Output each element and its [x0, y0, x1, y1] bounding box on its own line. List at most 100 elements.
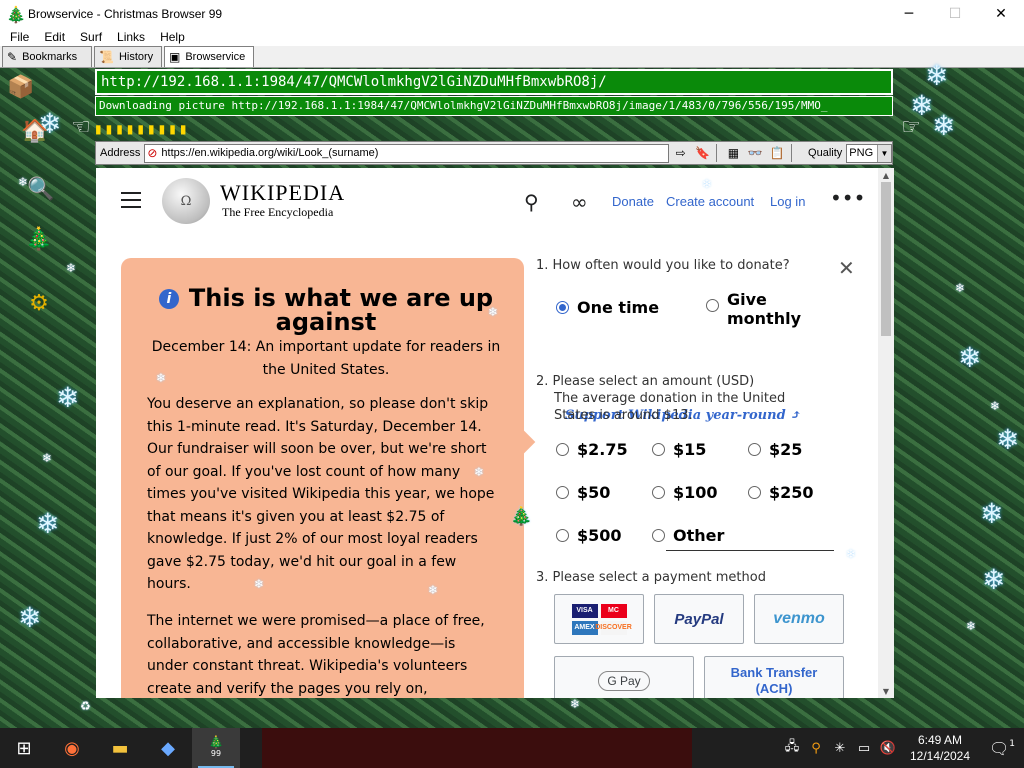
radio-unselected[interactable] [652, 486, 665, 499]
settings-icon[interactable]: ⚙ [24, 288, 54, 318]
amount-option[interactable]: $50 [556, 483, 610, 502]
christmas-browser-icon[interactable]: 🎄 99 [192, 728, 240, 768]
bookmark-icon[interactable]: 🔖 [693, 144, 713, 163]
tab-bar: ✎ Bookmarks 📜 History ▣ Browservice [0, 46, 1024, 68]
menu-surf[interactable]: Surf [70, 30, 107, 44]
network-drive-icon[interactable]: 🖧 [780, 737, 804, 759]
amount-option[interactable]: $2.75 [556, 440, 628, 459]
frequency-one-time[interactable]: One time [556, 298, 659, 317]
vertical-scrollbar[interactable]: ▲ ▼ [878, 168, 894, 698]
package-icon[interactable]: 📦 [6, 72, 36, 102]
menu-file[interactable]: File [0, 30, 34, 44]
address-input[interactable]: ⊘ https://en.wikipedia.org/wiki/Look_(su… [144, 143, 669, 163]
amount-option[interactable]: $250 [748, 483, 814, 502]
search-icon[interactable]: 🔍 [26, 174, 56, 204]
scrollbar-thumb[interactable] [881, 182, 891, 336]
scroll-down-icon[interactable]: ▼ [878, 684, 894, 698]
radio-selected[interactable] [556, 301, 569, 314]
start-button[interactable]: ⊞ [0, 728, 48, 768]
maximize-button[interactable]: ☐ [932, 0, 978, 27]
radio-unselected[interactable] [748, 486, 761, 499]
menu-links[interactable]: Links [107, 30, 150, 44]
pay-venmo-button[interactable]: venmo [754, 594, 844, 644]
quality-select[interactable]: PNG ▼ [846, 143, 892, 163]
pay-bank-button[interactable]: Bank Transfer (ACH) [704, 656, 844, 698]
pay-gpay-button[interactable]: G Pay [554, 656, 694, 698]
clock-time: 6:49 AM [917, 733, 963, 747]
wikipedia-tagline: The Free Encyclopedia [222, 205, 334, 219]
minimize-button[interactable]: ─ [886, 0, 932, 27]
address-url: https://en.wikipedia.org/wiki/Look_(surn… [161, 147, 379, 159]
browser-viewport[interactable]: Ω WIKIPEDIA The Free Encyclopedia ⚲ ∞ Do… [96, 168, 894, 698]
banner-pointer [512, 430, 536, 454]
home-icon[interactable]: 🏠 [20, 116, 50, 146]
clock-date: 12/14/2024 [909, 749, 971, 763]
more-options-icon[interactable]: ••• [830, 186, 865, 210]
tab-label: History [118, 51, 154, 63]
save-icon[interactable]: ▦ [723, 144, 743, 163]
wikipedia-logo-icon[interactable]: Ω [162, 178, 210, 224]
radio-unselected[interactable] [706, 299, 719, 312]
heading-text: This is what we are up against [188, 284, 494, 336]
volume-muted-icon[interactable]: 🔇 [876, 741, 900, 756]
radio-label: $250 [769, 483, 814, 502]
tab-browservice[interactable]: ▣ Browservice [164, 46, 254, 67]
search-icon[interactable]: ⚲ [804, 741, 828, 756]
snowflake-icon: ❄ [846, 547, 857, 561]
brightness-icon[interactable]: ✳ [828, 741, 852, 756]
history-icon: 📜 [99, 50, 114, 64]
amount-option[interactable]: $25 [748, 440, 802, 459]
radio-unselected[interactable] [652, 443, 665, 456]
go-arrow-icon[interactable]: ⇨ [671, 144, 691, 163]
appearance-icon[interactable]: ∞ [571, 190, 588, 214]
pay-bank-label: Bank Transfer [730, 665, 818, 680]
snowflake-icon: ❄ [36, 507, 60, 540]
wikipedia-wordmark[interactable]: WIKIPEDIA [220, 180, 345, 206]
close-button[interactable]: ✕ [978, 0, 1024, 27]
system-clock[interactable]: 6:49 AM 12/14/2024 [900, 732, 980, 764]
pointing-hand-icon[interactable]: ☞ [896, 112, 926, 142]
search-icon[interactable]: ⚲ [524, 190, 539, 214]
find-icon[interactable]: 👓 [745, 144, 765, 163]
notification-icon[interactable]: 🗨 1 [980, 739, 1024, 758]
amount-option[interactable]: $500 [556, 526, 622, 545]
snowflake-icon: ❄ [980, 497, 1004, 530]
amount-option[interactable]: $15 [652, 440, 706, 459]
tab-history[interactable]: 📜 History [94, 46, 162, 67]
radio-unselected[interactable] [556, 529, 569, 542]
create-account-link[interactable]: Create account [666, 194, 754, 209]
radio-unselected[interactable] [556, 443, 569, 456]
login-link[interactable]: Log in [770, 194, 805, 209]
visa-logo: VISA [571, 603, 598, 618]
other-amount-input[interactable] [666, 550, 834, 551]
amount-other-option[interactable]: Other [652, 526, 724, 545]
frequency-question: 1. How often would you like to donate? [536, 258, 790, 273]
clipboard-icon[interactable]: 📋 [767, 144, 787, 163]
download-status: Downloading picture http://192.168.1.1:1… [95, 96, 893, 116]
menu-help[interactable]: Help [150, 30, 190, 44]
snowflake-icon: ❄ [488, 305, 499, 319]
chevron-down-icon[interactable]: ▼ [877, 144, 891, 162]
scroll-up-icon[interactable]: ▲ [878, 168, 894, 182]
snowflake-icon: ❄ [56, 381, 80, 414]
radio-unselected[interactable] [556, 486, 569, 499]
firefox-icon[interactable]: ◉ [48, 728, 96, 768]
donate-link[interactable]: Donate [612, 194, 654, 209]
pay-card-button[interactable]: VISA MC AMEX DISCOVER [554, 594, 644, 644]
radio-unselected[interactable] [652, 529, 665, 542]
menu-icon[interactable] [121, 192, 141, 208]
tab-bookmarks[interactable]: ✎ Bookmarks [2, 46, 92, 67]
menu-edit[interactable]: Edit [34, 30, 70, 44]
display-icon[interactable]: ▭ [852, 741, 876, 756]
amount-option[interactable]: $100 [652, 483, 718, 502]
christmas-tree-icon[interactable]: 🎄 [24, 224, 54, 254]
fundraiser-paragraph: You deserve an explanation, so please do… [147, 396, 495, 592]
radio-unselected[interactable] [748, 443, 761, 456]
frequency-monthly[interactable]: Give monthly [706, 290, 801, 328]
snowflake-icon: ❄ [958, 341, 982, 374]
pointing-hand-icon[interactable]: ☜ [66, 112, 96, 142]
close-icon[interactable]: ✕ [838, 256, 855, 280]
browservice-app-icon[interactable]: ◆ [144, 728, 192, 768]
pay-paypal-button[interactable]: PayPal [654, 594, 744, 644]
file-explorer-icon[interactable]: ▬ [96, 728, 144, 768]
